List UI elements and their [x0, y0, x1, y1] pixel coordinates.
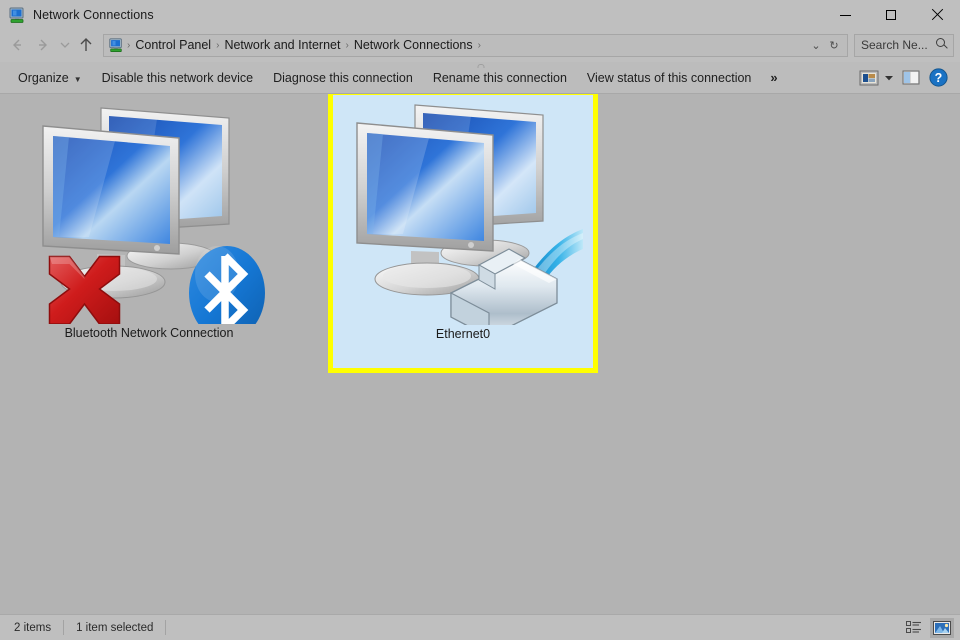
window-controls: [822, 0, 960, 30]
diagnose-connection-button[interactable]: Diagnose this connection: [263, 66, 423, 90]
details-view-icon[interactable]: [902, 618, 926, 638]
minimize-icon: [839, 14, 851, 16]
status-bar: 2 items 1 item selected: [0, 614, 960, 640]
search-icon: [935, 38, 949, 52]
connection-item-bluetooth[interactable]: Bluetooth Network Connection: [14, 94, 284, 377]
address-history-button[interactable]: ⌄: [807, 35, 825, 55]
forward-button[interactable]: [30, 32, 56, 58]
recent-locations-button[interactable]: [56, 32, 73, 58]
breadcrumb-item-control-panel[interactable]: Control Panel: [131, 38, 215, 52]
status-divider: [63, 620, 65, 635]
large-icons-view-icon[interactable]: [930, 617, 954, 638]
search-input[interactable]: [855, 37, 935, 53]
command-bar: Organize ▼ Disable this network device Di…: [0, 62, 960, 94]
command-bar-icons: ?: [858, 68, 960, 87]
close-button[interactable]: [914, 0, 960, 30]
disable-network-device-button[interactable]: Disable this network device: [92, 66, 263, 90]
command-overflow-button[interactable]: »: [761, 66, 786, 89]
network-connection-icon: [8, 6, 26, 24]
refresh-button[interactable]: ↻: [825, 35, 843, 55]
change-view-icon[interactable]: [858, 69, 880, 87]
chevron-down-icon: ▼: [73, 74, 82, 84]
up-button[interactable]: [73, 32, 99, 58]
svg-text:?: ?: [934, 71, 942, 85]
preview-pane-icon[interactable]: [898, 69, 924, 86]
chevron-down-icon: [60, 42, 69, 48]
bluetooth-connection-icon: [29, 96, 269, 324]
arrow-up-icon: [80, 38, 92, 51]
connection-label: Bluetooth Network Connection: [64, 326, 234, 340]
connection-label: Ethernet0: [435, 327, 491, 341]
status-divider: [165, 620, 167, 635]
close-icon: [931, 9, 943, 21]
search-box[interactable]: [854, 33, 954, 57]
address-bar: › Control Panel › Network and Internet ›…: [0, 30, 960, 62]
network-connection-icon: [108, 37, 124, 53]
item-count: 2 items: [14, 621, 52, 634]
view-status-button[interactable]: View status of this connection: [577, 66, 761, 90]
maximize-button[interactable]: [868, 0, 914, 30]
title-bar: Network Connections: [0, 0, 960, 30]
ethernet-connection-icon: [343, 97, 583, 325]
back-button[interactable]: [4, 32, 30, 58]
help-icon[interactable]: ?: [924, 68, 952, 87]
breadcrumb-separator[interactable]: ›: [477, 40, 482, 51]
arrow-right-icon: [39, 39, 47, 51]
connection-item-ethernet0[interactable]: Ethernet0: [328, 94, 598, 373]
address-bar-actions: ⌄ ↻: [807, 35, 847, 55]
maximize-icon: [886, 10, 896, 20]
organize-button[interactable]: Organize ▼: [8, 66, 92, 90]
connections-list[interactable]: Bluetooth Network Connection Ethernet0: [0, 94, 960, 614]
change-view-dropdown-button[interactable]: [880, 74, 898, 82]
ribbon-expand-handle[interactable]: [477, 63, 485, 68]
organize-label: Organize: [18, 70, 69, 85]
bluetooth-icon: [189, 246, 265, 324]
breadcrumb[interactable]: › Control Panel › Network and Internet ›…: [103, 33, 848, 57]
breadcrumb-item-network-connections[interactable]: Network Connections: [350, 38, 477, 52]
rename-connection-button[interactable]: Rename this connection: [423, 66, 577, 90]
window-title: Network Connections: [33, 8, 154, 22]
view-switcher: [902, 617, 954, 638]
arrow-left-icon: [13, 39, 21, 51]
chevron-down-icon: [885, 75, 893, 80]
minimize-button[interactable]: [822, 0, 868, 30]
selection-status: 1 item selected: [76, 621, 154, 634]
explorer-window: Network Connections › Control Panel › Ne…: [0, 0, 960, 640]
breadcrumb-item-network-and-internet[interactable]: Network and Internet: [220, 38, 344, 52]
